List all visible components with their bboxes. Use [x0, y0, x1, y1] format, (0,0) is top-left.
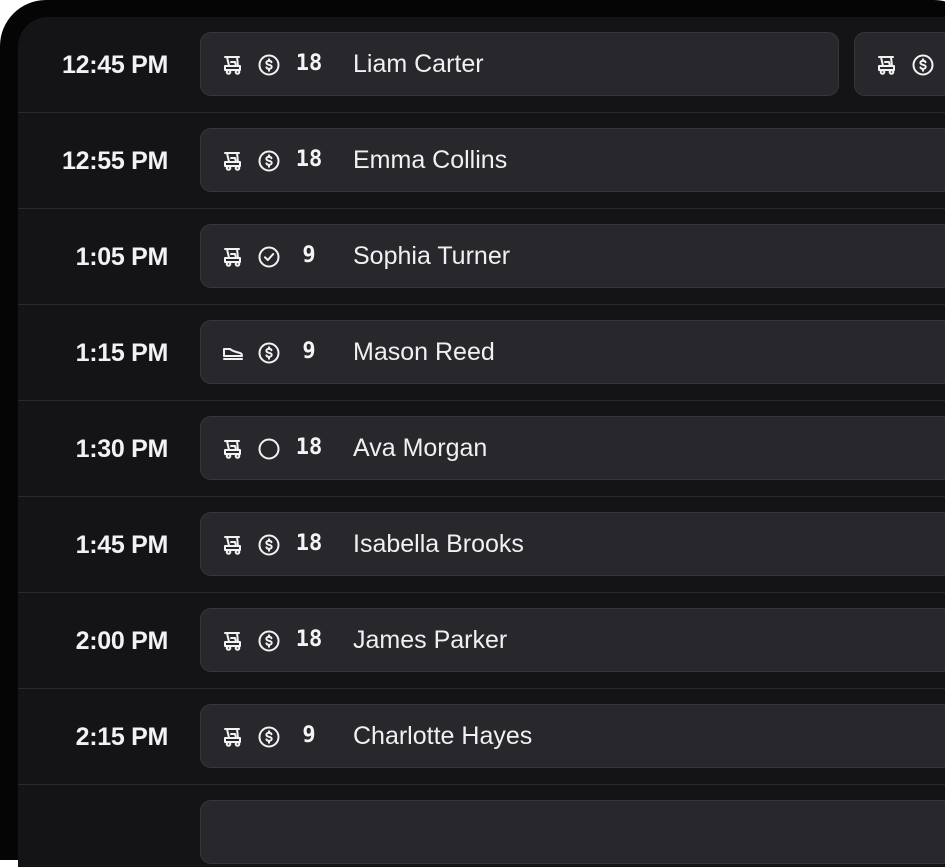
holes-count: 18 — [295, 51, 323, 76]
tee-time — [18, 785, 168, 867]
booking-card[interactable]: 18 James Parker — [200, 608, 945, 672]
tee-time-row[interactable] — [18, 785, 945, 867]
tee-time: 2:00 PM — [75, 627, 169, 655]
cart-icon — [221, 533, 245, 557]
paid-icon — [257, 53, 281, 77]
tee-time: 12:45 PM — [62, 51, 168, 79]
cart-icon — [221, 53, 245, 77]
cart-icon — [875, 53, 899, 77]
tee-time: 12:55 PM — [62, 147, 168, 175]
checked-in-icon — [257, 245, 281, 269]
tee-time-row[interactable]: 1:45 PM 18 Isabella Brooks — [18, 497, 945, 593]
tee-time: 1:45 PM — [75, 531, 169, 559]
booking-card[interactable] — [200, 800, 945, 864]
paid-icon — [257, 341, 281, 365]
holes-count — [289, 801, 329, 863]
player-name: Charlotte Hayes — [353, 722, 533, 750]
device-frame: 12:45 PM 18 Liam Carter 12:55 PM 18 Emma Coll… — [0, 0, 945, 867]
booking-card[interactable]: 18 Liam Carter — [200, 32, 839, 96]
cart-icon — [221, 437, 245, 461]
player-name: Emma Collins — [353, 146, 508, 174]
paid-icon — [257, 725, 281, 749]
player-name: Mason Reed — [353, 338, 495, 366]
booking-card[interactable]: 18 Emma Collins — [200, 128, 945, 192]
cart-icon — [221, 245, 245, 269]
holes-count: 18 — [295, 531, 323, 556]
player-name: Liam Carter — [353, 50, 484, 78]
booking-card[interactable] — [854, 32, 945, 96]
tee-time: 2:15 PM — [75, 723, 169, 751]
paid-icon — [257, 629, 281, 653]
holes-count: 18 — [295, 435, 323, 460]
player-name: Sophia Turner — [353, 242, 511, 270]
tee-time-row[interactable]: 12:55 PM 18 Emma Collins — [18, 113, 945, 209]
tee-time: 1:15 PM — [75, 339, 169, 367]
holes-count: 18 — [295, 627, 323, 652]
walking-shoe-icon — [221, 341, 245, 365]
cart-icon — [221, 725, 245, 749]
tee-sheet: 12:45 PM 18 Liam Carter 12:55 PM 18 Emma Coll… — [18, 17, 945, 867]
cart-icon — [221, 149, 245, 173]
player-name: James Parker — [353, 626, 508, 654]
tee-time-row[interactable]: 2:15 PM 9 Charlotte Hayes — [18, 689, 945, 785]
tee-time-row[interactable]: 2:00 PM 18 James Parker — [18, 593, 945, 689]
tee-time-row[interactable]: 12:45 PM 18 Liam Carter — [18, 17, 945, 113]
holes-count: 18 — [295, 147, 323, 172]
holes-count: 9 — [302, 339, 316, 364]
paid-icon — [257, 149, 281, 173]
booking-card[interactable]: 9 Sophia Turner — [200, 224, 945, 288]
tee-time: 1:05 PM — [75, 243, 169, 271]
paid-icon — [257, 533, 281, 557]
paid-icon — [911, 53, 935, 77]
tee-time-row[interactable]: 1:15 PM 9 Mason Reed — [18, 305, 945, 401]
booking-card[interactable]: 9 Mason Reed — [200, 320, 945, 384]
tee-time: 1:30 PM — [75, 435, 169, 463]
player-name: Ava Morgan — [353, 434, 488, 462]
booking-card[interactable]: 18 Ava Morgan — [200, 416, 945, 480]
holes-count: 9 — [302, 723, 316, 748]
player-name: Isabella Brooks — [353, 530, 524, 558]
booking-card[interactable]: 18 Isabella Brooks — [200, 512, 945, 576]
booking-card[interactable]: 9 Charlotte Hayes — [200, 704, 945, 768]
cart-icon — [221, 629, 245, 653]
holes-count: 9 — [302, 243, 316, 268]
unpaid-icon — [257, 437, 281, 461]
tee-time-row[interactable]: 1:05 PM 9 Sophia Turner — [18, 209, 945, 305]
tee-time-row[interactable]: 1:30 PM 18 Ava Morgan — [18, 401, 945, 497]
